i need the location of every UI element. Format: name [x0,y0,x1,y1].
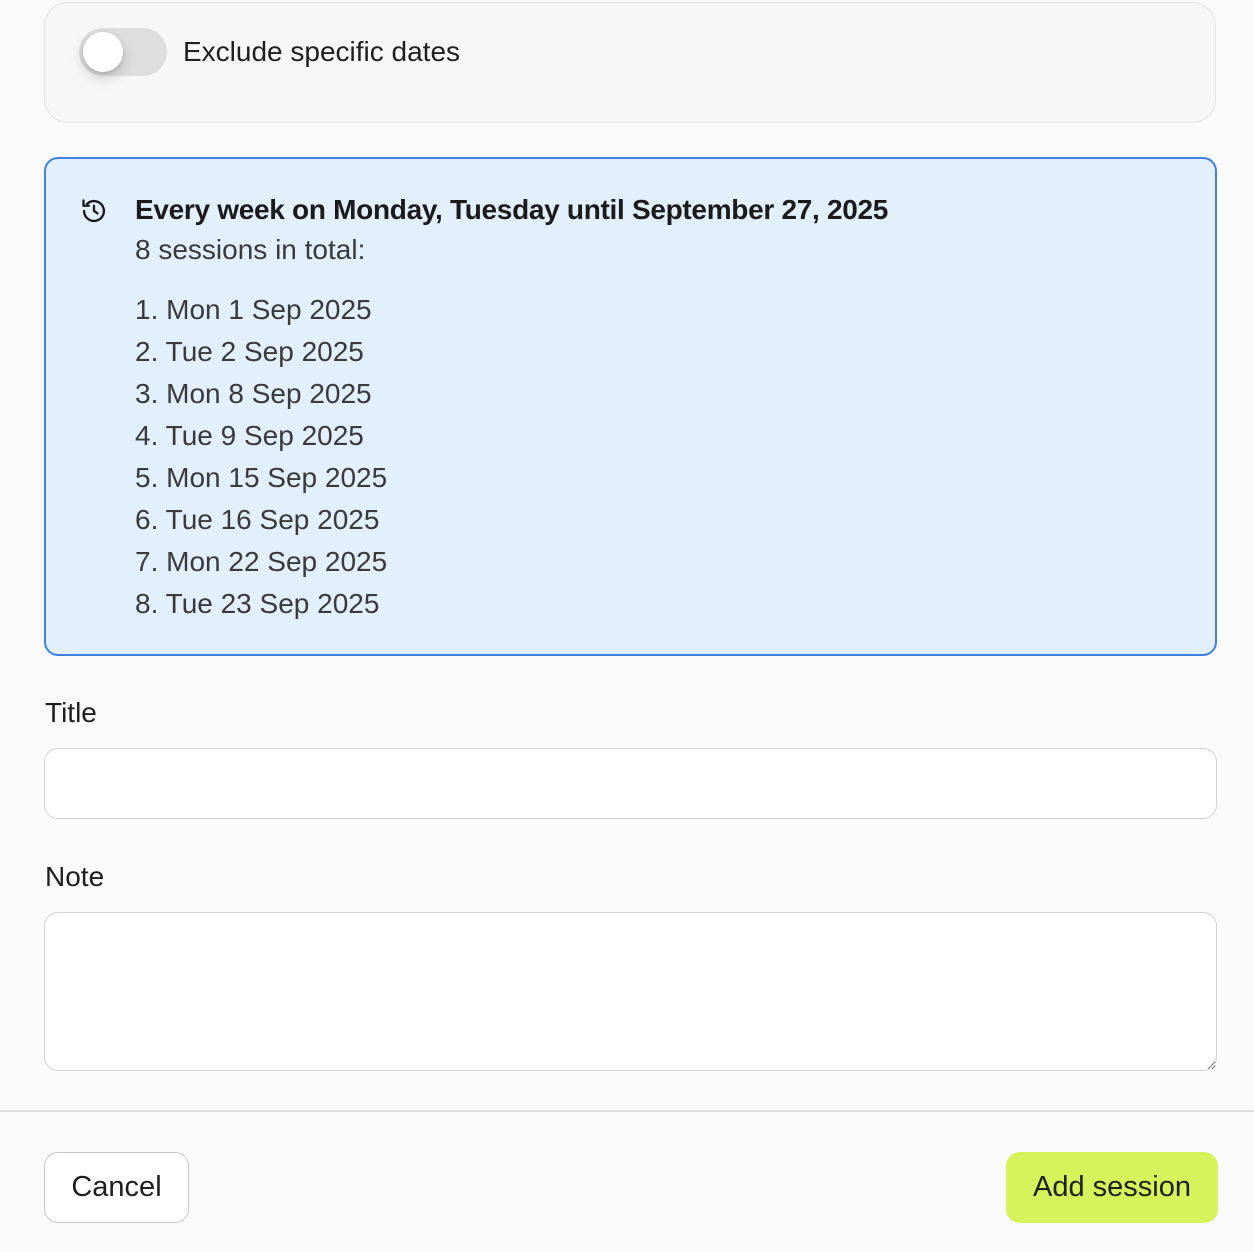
title-label: Title [45,697,97,728]
list-item: 7. Mon 22 Sep 2025 [135,546,388,577]
history-icon [82,199,106,223]
list-item: 6. Tue 16 Sep 2025 [135,504,380,535]
session-count: 8 sessions in total: [135,234,366,265]
toggle-knob [83,32,123,72]
exclude-dates-label: Exclude specific dates [183,36,461,67]
list-item: 5. Mon 15 Sep 2025 [135,462,388,493]
list-item: 8. Tue 23 Sep 2025 [135,588,380,619]
recurrence-summary: Every week on Monday, Tuesday until Sept… [44,157,1217,656]
note-label: Note [45,861,105,892]
cancel-button[interactable]: Cancel [44,1152,189,1223]
title-input[interactable] [44,748,1217,819]
add-session-button[interactable]: Add session [1006,1152,1218,1223]
recurrence-title: Every week on Monday, Tuesday until Sept… [135,194,889,225]
session-list: 1. Mon 1 Sep 2025 2. Tue 2 Sep 2025 3. M… [135,289,387,625]
exclude-dates-panel: Exclude specific dates [44,2,1216,123]
list-item: 3. Mon 8 Sep 2025 [135,378,372,409]
list-item: 2. Tue 2 Sep 2025 [135,336,364,367]
list-item: 4. Tue 9 Sep 2025 [135,420,364,451]
footer-divider [0,1110,1254,1112]
exclude-dates-toggle[interactable] [79,28,167,76]
list-item: 1. Mon 1 Sep 2025 [135,294,372,325]
note-textarea[interactable] [44,912,1217,1071]
